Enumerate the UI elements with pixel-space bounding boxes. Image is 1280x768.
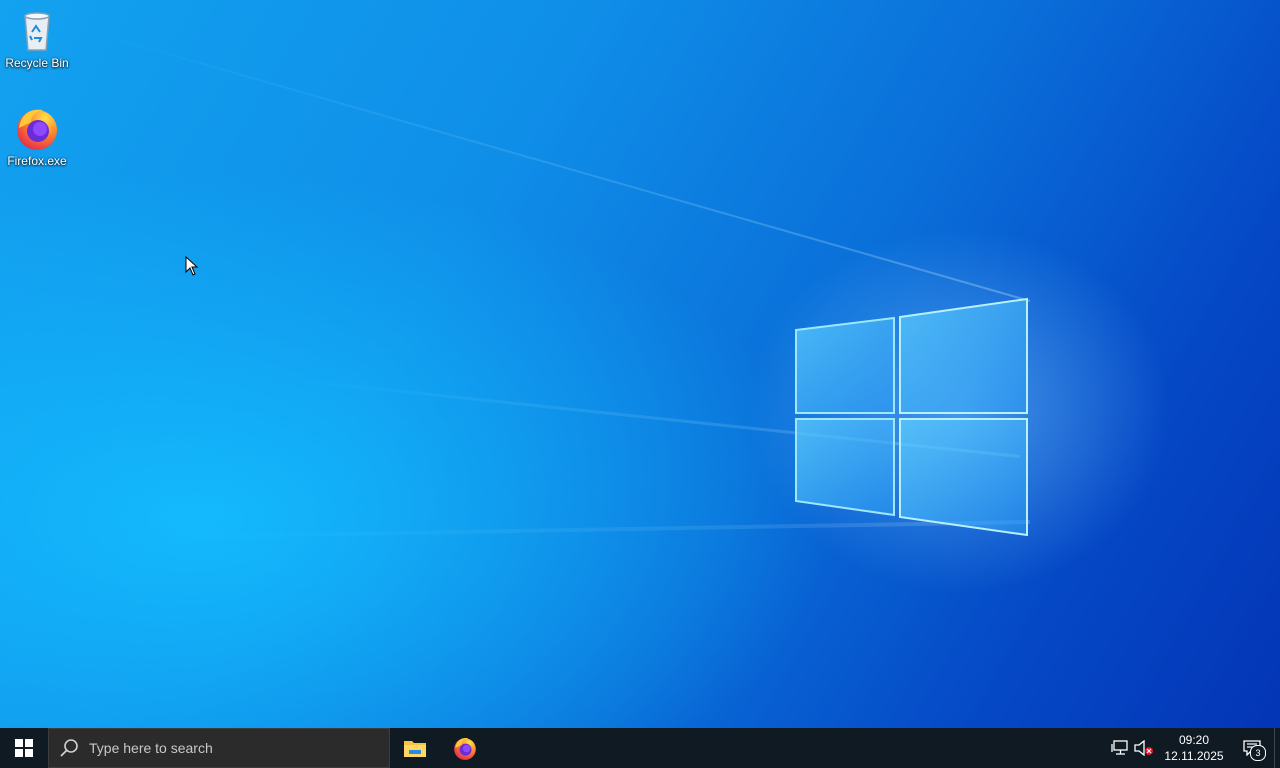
taskbar-clock[interactable]: 09:20 12.11.2025 [1158,732,1230,764]
notification-count-badge: 3 [1250,745,1266,761]
taskbar-empty-area [490,728,1108,768]
show-desktop-button[interactable] [1274,728,1280,768]
search-icon [60,739,78,757]
taskbar-app-firefox[interactable] [440,728,490,768]
taskbar: Type here to search 09:20 12.11.2025 3 [0,728,1280,768]
action-center-button[interactable]: 3 [1230,728,1274,768]
system-tray: 09:20 12.11.2025 3 [1108,728,1280,768]
taskbar-search-box[interactable]: Type here to search [48,728,390,768]
desktop-icon-firefox[interactable]: Firefox.exe [0,104,74,168]
taskbar-app-file-explorer[interactable] [390,728,440,768]
desktop-icon-label: Recycle Bin [5,56,69,70]
network-icon [1111,740,1128,755]
windows-start-icon [15,739,33,757]
firefox-icon [17,109,57,150]
tray-volume[interactable] [1132,728,1156,768]
recycle-bin-icon [24,12,50,51]
start-button[interactable] [0,728,48,768]
desktop[interactable]: Recycle Bin Firefox.exe [0,0,1280,728]
windows-logo-wallpaper [790,295,1035,540]
tray-network[interactable] [1108,728,1132,768]
desktop-icon-label: Firefox.exe [7,154,67,168]
light-beam [68,24,1031,302]
search-placeholder: Type here to search [89,740,213,756]
clock-date: 12.11.2025 [1164,749,1224,763]
mouse-cursor-icon [185,256,199,276]
firefox-icon [454,738,476,760]
desktop-icon-recycle-bin[interactable]: Recycle Bin [0,6,74,70]
clock-time: 09:20 [1178,733,1210,747]
volume-muted-icon [1134,740,1153,756]
file-explorer-icon [404,741,426,757]
